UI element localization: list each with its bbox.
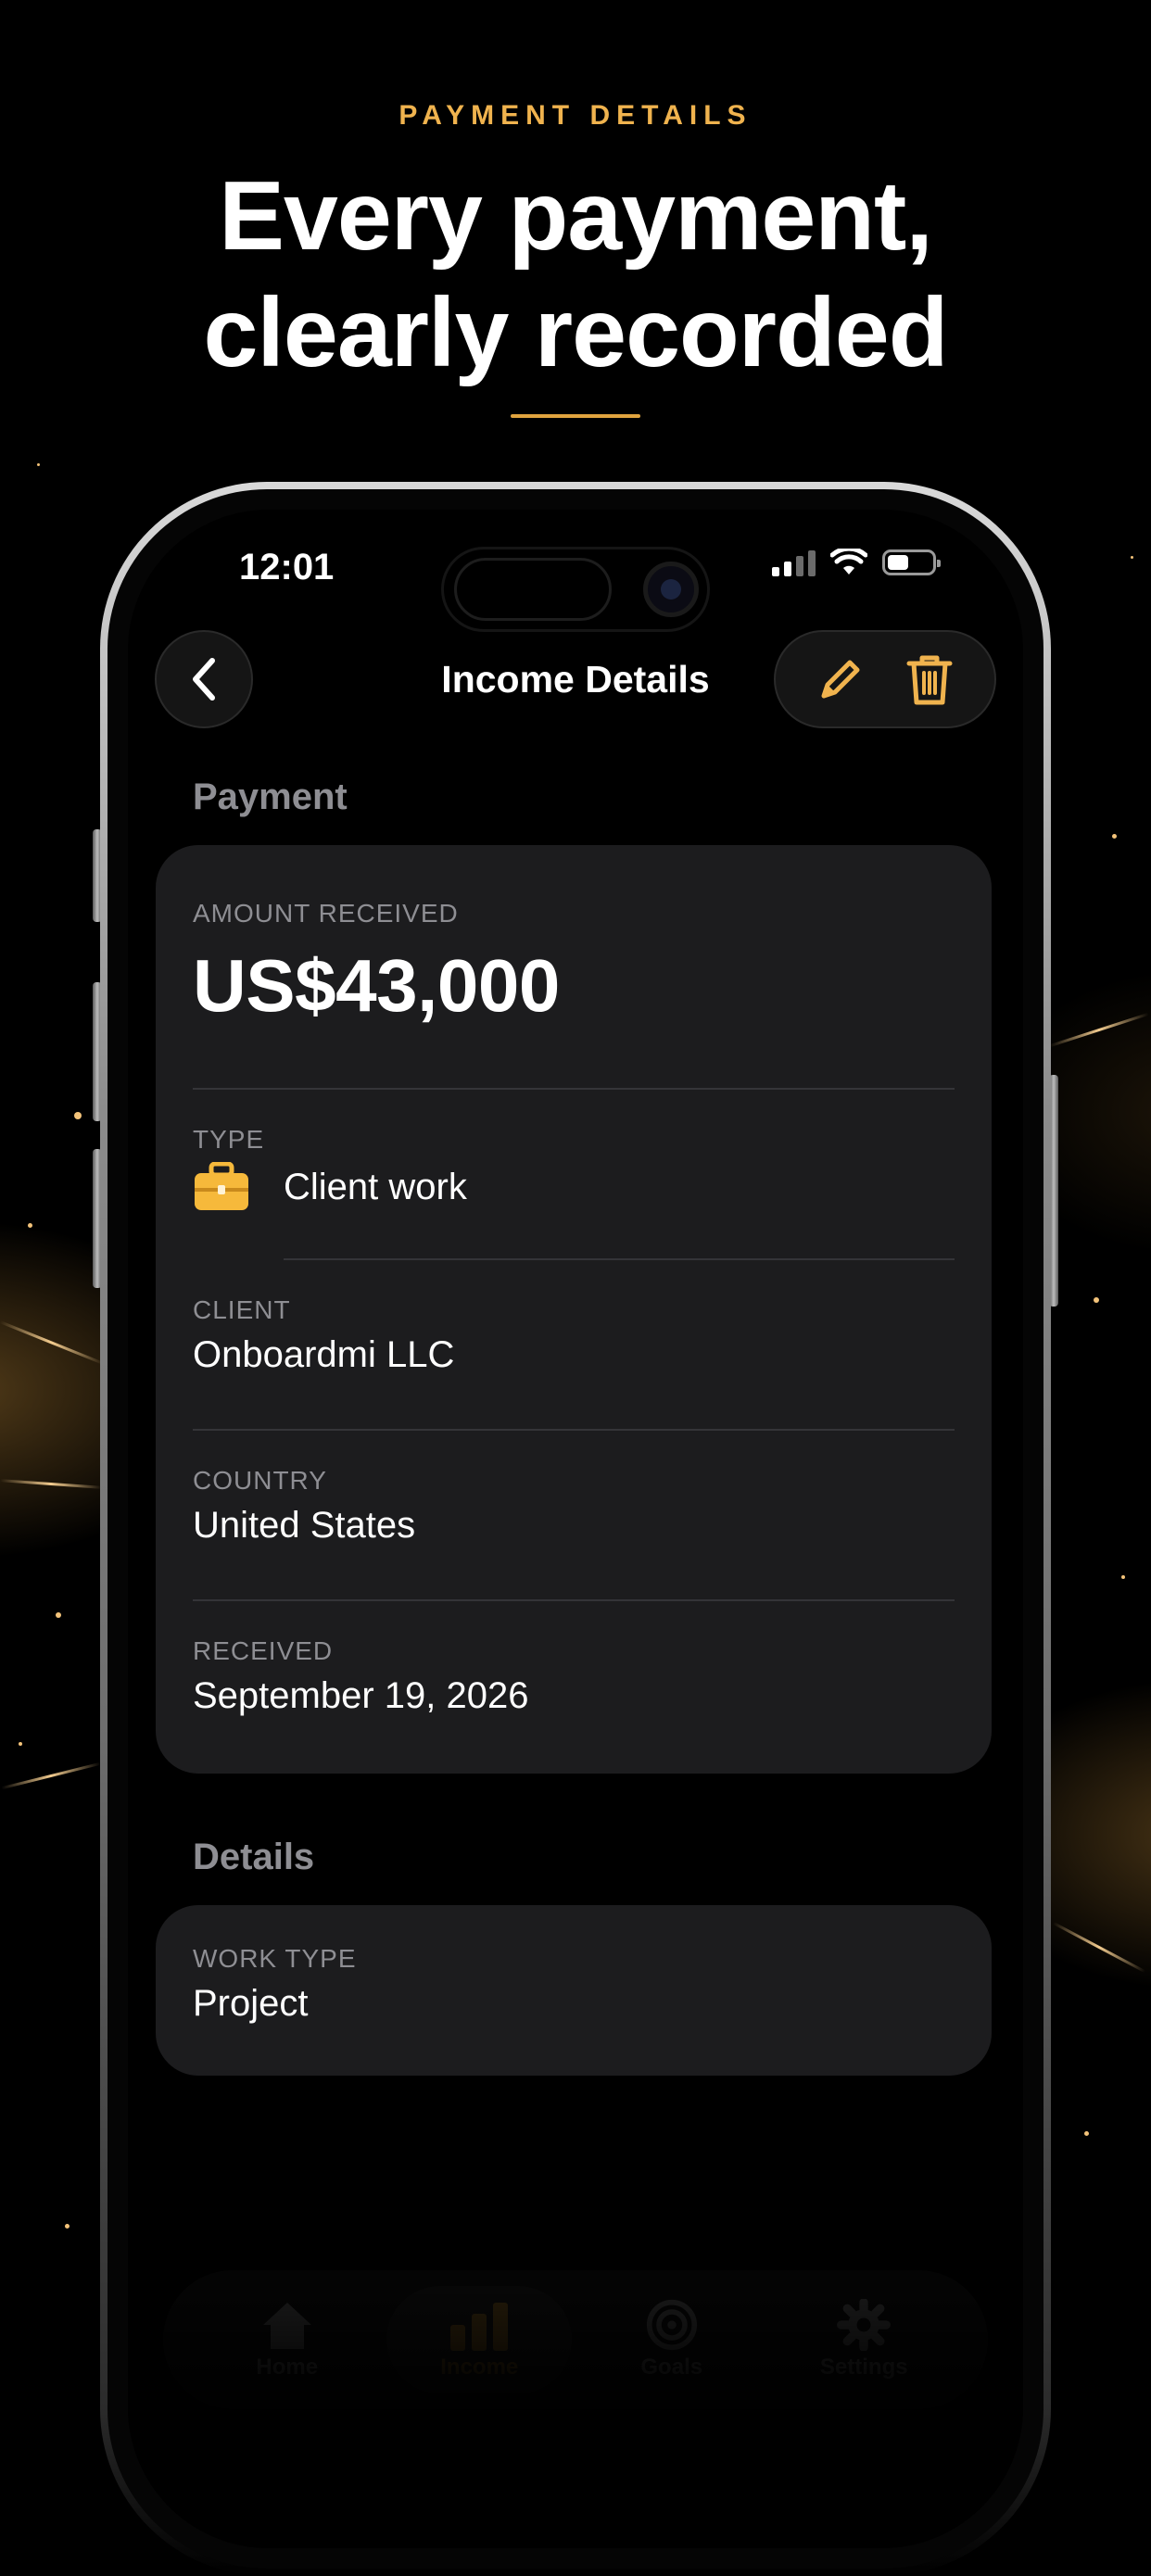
divider [193,1088,955,1090]
country-label: COUNTRY [193,1466,327,1495]
details-card: WORK TYPE Project [156,1905,992,2076]
payment-section-label: Payment [193,777,348,817]
battery-icon [882,549,941,575]
phone-screen: 12:01 Income Details Payment AMOUNT RECE… [128,510,1023,2548]
received-label: RECEIVED [193,1636,334,1665]
divider [193,1599,955,1601]
client-label: CLIENT [193,1295,291,1324]
tab-goals[interactable]: Goals [579,2299,765,2380]
details-section-label: Details [193,1837,315,1877]
star [1131,556,1133,559]
light-streak [1049,1012,1149,1048]
tab-settings[interactable]: Settings [771,2299,956,2380]
type-row[interactable]: TYPE Client work [193,1125,955,1212]
pencil-icon[interactable] [816,655,865,703]
light-streak [0,1479,102,1489]
tab-home[interactable]: Home [195,2299,380,2380]
light-streak [1052,1921,1146,1974]
country-value: United States [193,1505,416,1546]
nav-actions [774,630,996,728]
work-type-label: WORK TYPE [193,1944,357,1973]
dynamic-island [441,547,710,632]
star [37,463,40,466]
target-icon [646,2299,697,2351]
work-type-value: Project [193,1983,309,2024]
headline-underline [511,414,640,418]
tab-home-label: Home [256,2355,319,2380]
divider [193,1429,955,1431]
amount-row: AMOUNT RECEIVED US$43,000 [193,899,955,1029]
amount-value: US$43,000 [193,944,560,1027]
headline-line-2: clearly recorded [203,278,948,387]
star [1084,2131,1089,2136]
gear-icon [837,2299,892,2351]
trash-icon[interactable] [905,652,954,706]
client-value: Onboardmi LLC [193,1334,455,1375]
star [65,2224,70,2229]
tab-goals-label: Goals [640,2355,703,2380]
briefcase-icon [195,1162,248,1210]
house-icon [262,2303,311,2349]
star [74,1112,82,1119]
payment-card: AMOUNT RECEIVED US$43,000 TYPE Client wo… [156,845,992,1774]
promo-eyebrow: PAYMENT DETAILS [398,100,753,131]
wifi-icon [830,549,867,575]
type-label: TYPE [193,1125,265,1154]
tab-settings-label: Settings [819,2355,908,2380]
received-row[interactable]: RECEIVED September 19, 2026 [193,1636,955,1717]
headline-line-1: Every payment, [219,161,933,271]
client-row[interactable]: CLIENT Onboardmi LLC [193,1295,955,1376]
country-row[interactable]: COUNTRY United States [193,1466,955,1547]
divider [284,1258,955,1260]
amount-label: AMOUNT RECEIVED [193,899,459,928]
tab-income[interactable]: Income [386,2286,573,2393]
front-camera-icon [643,562,699,617]
bar-chart-icon [450,2303,509,2351]
work-type-row[interactable]: WORK TYPE Project [193,1944,955,2025]
type-value: Client work [284,1166,467,1207]
island-pill [454,558,612,621]
tab-bar: Home Income Goals Settings [163,2270,988,2409]
light-streak [0,1320,104,1365]
received-value: September 19, 2026 [193,1675,529,1716]
cellular-signal-icon [772,549,816,576]
star [56,1612,61,1618]
promo-headline: Every payment, clearly recorded [0,158,1151,391]
star [1094,1297,1099,1303]
status-time: 12:01 [239,547,335,587]
status-icons [772,549,941,576]
light-streak [1,1762,101,1790]
tab-income-label: Income [440,2355,519,2380]
type-value-wrap: Client work [193,1162,955,1212]
star [1112,834,1117,839]
star [1121,1575,1125,1579]
phone-bezel: 12:01 Income Details Payment AMOUNT RECE… [108,489,1043,2569]
star [28,1223,32,1228]
phone-frame: 12:01 Income Details Payment AMOUNT RECE… [100,482,1051,2576]
star [19,1742,22,1746]
